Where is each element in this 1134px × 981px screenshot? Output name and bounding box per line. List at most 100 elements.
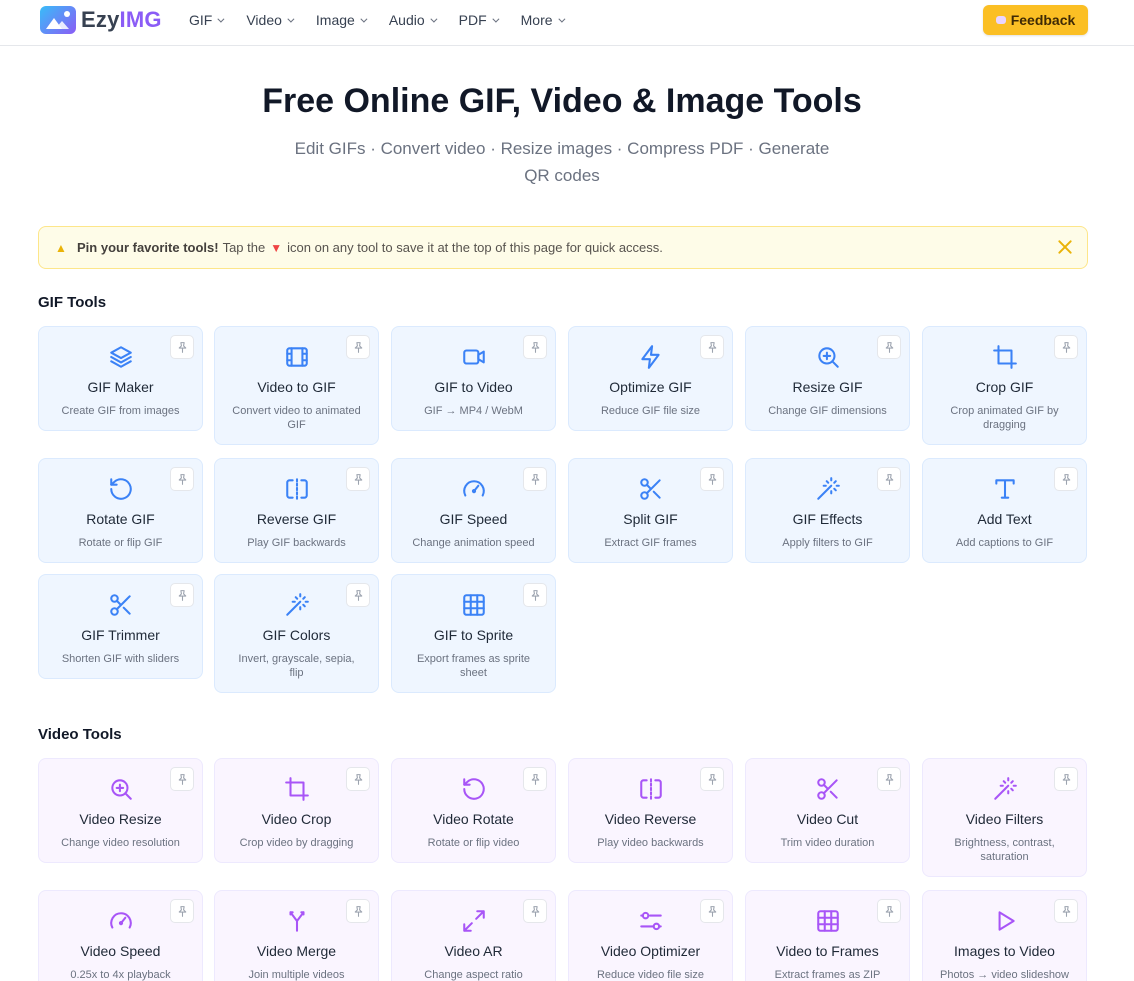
- pin-tool-button[interactable]: [523, 583, 547, 607]
- pin-tool-button[interactable]: [346, 335, 370, 359]
- pushpin-icon: ▲: [55, 240, 67, 255]
- chevron-down-icon: [287, 15, 295, 23]
- pin-tool-button[interactable]: [346, 467, 370, 491]
- tool-title: Crop GIF: [975, 379, 1034, 395]
- pin-tool-button[interactable]: [170, 583, 194, 607]
- pushpin-icon: [1062, 341, 1070, 353]
- nav-item-pdf[interactable]: PDF: [459, 11, 500, 29]
- tool-card-video-to-gif[interactable]: Video to GIF Convert video to animated GI…: [214, 326, 379, 445]
- logo[interactable]: EzyIMG: [40, 5, 162, 35]
- nav-item-video[interactable]: Video: [246, 11, 295, 29]
- pin-tool-button[interactable]: [877, 467, 901, 491]
- pushpin-icon: [354, 473, 362, 485]
- tool-description: Shorten GIF with sliders: [61, 653, 180, 665]
- nav-item-audio[interactable]: Audio: [389, 11, 438, 29]
- pin-tool-button[interactable]: [523, 467, 547, 491]
- tool-description: Play GIF backwards: [247, 537, 346, 549]
- tool-title: GIF to Video: [434, 379, 513, 395]
- tool-description: Create GIF from images: [61, 405, 180, 417]
- tool-card-images-to-video[interactable]: Images to Video Photos → video slideshow: [922, 890, 1087, 981]
- pin-tool-button[interactable]: [523, 899, 547, 923]
- tool-description: Apply filters to GIF: [782, 537, 873, 549]
- pushpin-icon: [708, 773, 716, 785]
- pin-tool-button[interactable]: [523, 767, 547, 791]
- pin-tool-button[interactable]: [346, 767, 370, 791]
- pin-tip-banner: ▲ Pin your favorite tools! Tap the ▼ ico…: [38, 226, 1088, 269]
- tool-card-video-to-frames[interactable]: Video to Frames Extract frames as ZIP: [745, 890, 910, 981]
- pin-tool-button[interactable]: [170, 767, 194, 791]
- tool-card-gif-to-sprite[interactable]: GIF to Sprite Export frames as sprite she…: [391, 574, 556, 693]
- tool-title: Video AR: [444, 943, 503, 959]
- tool-title: Video Speed: [80, 943, 161, 959]
- nav-item-more[interactable]: More: [521, 11, 565, 29]
- pin-tool-button[interactable]: [700, 899, 724, 923]
- pin-tool-button[interactable]: [877, 767, 901, 791]
- nav-item-gif[interactable]: GIF: [189, 11, 225, 29]
- tool-title: Video to GIF: [257, 379, 336, 395]
- tool-card-video-speed[interactable]: Video Speed 0.25x to 4x playback: [38, 890, 203, 981]
- tool-title: GIF Effects: [792, 511, 863, 527]
- section-title-video-tools: Video Tools: [38, 726, 122, 743]
- pin-tool-button[interactable]: [877, 335, 901, 359]
- tool-card-gif-speed[interactable]: GIF Speed Change animation speed: [391, 458, 556, 563]
- pushpin-icon: [178, 473, 186, 485]
- nav-item-image[interactable]: Image: [316, 11, 368, 29]
- close-icon[interactable]: [1055, 237, 1075, 257]
- feedback-button[interactable]: Feedback: [983, 5, 1088, 35]
- tool-card-gif-to-video[interactable]: GIF to Video GIF → MP4 / WebM: [391, 326, 556, 431]
- tool-card-gif-effects[interactable]: GIF Effects Apply filters to GIF: [745, 458, 910, 563]
- tool-card-video-rotate[interactable]: Video Rotate Rotate or flip video: [391, 758, 556, 863]
- tool-description: Rotate or flip GIF: [78, 537, 163, 549]
- pin-tool-button[interactable]: [346, 899, 370, 923]
- pin-tool-button[interactable]: [170, 899, 194, 923]
- tool-title: Optimize GIF: [609, 379, 692, 395]
- pin-tool-button[interactable]: [1054, 467, 1078, 491]
- tool-title: Video Crop: [261, 811, 332, 827]
- top-navigation-bar: EzyIMG GIF Video Image Audio PDF More Fe…: [0, 0, 1134, 46]
- chevron-down-icon: [492, 15, 500, 23]
- tool-card-reverse-gif[interactable]: Reverse GIF Play GIF backwards: [214, 458, 379, 563]
- tool-title: Video Cut: [796, 811, 859, 827]
- layers-icon: [109, 346, 132, 368]
- tool-card-video-merge[interactable]: Video Merge Join multiple videos: [214, 890, 379, 981]
- pin-tool-button[interactable]: [523, 335, 547, 359]
- pin-tool-button[interactable]: [1054, 899, 1078, 923]
- tool-card-split-gif[interactable]: Split GIF Extract GIF frames: [568, 458, 733, 563]
- pin-tool-button[interactable]: [346, 583, 370, 607]
- pushpin-icon: [885, 473, 893, 485]
- pin-tool-button[interactable]: [700, 335, 724, 359]
- tool-card-crop-gif[interactable]: Crop GIF Crop animated GIF by dragging: [922, 326, 1087, 445]
- tool-card-video-crop[interactable]: Video Crop Crop video by dragging: [214, 758, 379, 863]
- pushpin-icon: [178, 905, 186, 917]
- pushpin-icon: [178, 773, 186, 785]
- tool-card-optimize-gif[interactable]: Optimize GIF Reduce GIF file size: [568, 326, 733, 431]
- pin-tool-button[interactable]: [170, 335, 194, 359]
- tool-card-video-cut[interactable]: Video Cut Trim video duration: [745, 758, 910, 863]
- tool-card-gif-colors[interactable]: GIF Colors Invert, grayscale, sepia, flip: [214, 574, 379, 693]
- pin-tool-button[interactable]: [170, 467, 194, 491]
- tool-title: Video Filters: [965, 811, 1044, 827]
- tool-card-video-optimizer[interactable]: Video Optimizer Reduce video file size: [568, 890, 733, 981]
- tool-card-gif-maker[interactable]: GIF Maker Create GIF from images: [38, 326, 203, 431]
- tool-card-add-text[interactable]: Add Text Add captions to GIF: [922, 458, 1087, 563]
- pin-tool-button[interactable]: [700, 767, 724, 791]
- tool-description: Trim video duration: [780, 837, 875, 849]
- pushpin-icon: [178, 341, 186, 353]
- pushpin-icon: [885, 773, 893, 785]
- pin-tool-button[interactable]: [700, 467, 724, 491]
- tool-card-video-reverse[interactable]: Video Reverse Play video backwards: [568, 758, 733, 863]
- tool-title: Resize GIF: [792, 379, 863, 395]
- tool-description: Photos → video slideshow: [939, 969, 1069, 981]
- pin-tool-button[interactable]: [1054, 767, 1078, 791]
- tool-card-resize-gif[interactable]: Resize GIF Change GIF dimensions: [745, 326, 910, 431]
- tool-card-video-ar[interactable]: Video AR Change aspect ratio: [391, 890, 556, 981]
- tool-card-rotate-gif[interactable]: Rotate GIF Rotate or flip GIF: [38, 458, 203, 563]
- pin-tool-button[interactable]: [1054, 335, 1078, 359]
- pushpin-icon: [178, 589, 186, 601]
- tool-card-video-filters[interactable]: Video Filters Brightness, contrast, satur…: [922, 758, 1087, 877]
- pushpin-icon: [708, 341, 716, 353]
- tool-card-gif-trimmer[interactable]: GIF Trimmer Shorten GIF with sliders: [38, 574, 203, 679]
- tool-card-video-resize[interactable]: Video Resize Change video resolution: [38, 758, 203, 863]
- pin-tool-button[interactable]: [877, 899, 901, 923]
- chevron-down-icon: [360, 15, 368, 23]
